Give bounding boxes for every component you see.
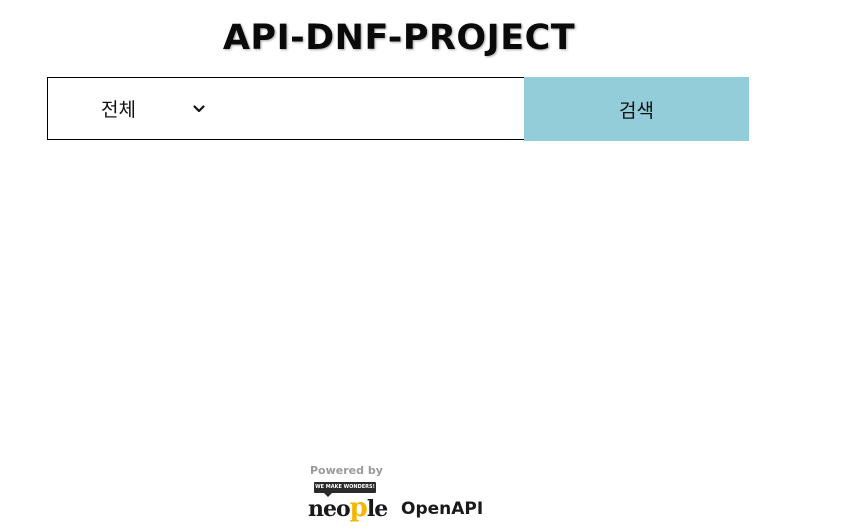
- search-button[interactable]: 검색: [524, 77, 749, 141]
- search-input[interactable]: [223, 78, 524, 139]
- search-bar: 전체 검색: [47, 77, 749, 141]
- brand-part1: neo: [308, 496, 351, 522]
- category-selected-label: 전체: [101, 99, 136, 121]
- powered-by-text: Powered by: [310, 464, 383, 477]
- category-select[interactable]: 전체: [48, 78, 223, 139]
- brand-part2: le: [366, 496, 388, 522]
- openapi-text: OpenAPI: [401, 499, 484, 519]
- page-title: API-DNF-PROJECT: [222, 18, 576, 58]
- brand-wordmark: neople: [308, 493, 388, 523]
- chevron-down-icon: [193, 104, 205, 112]
- brand-highlight: p: [349, 493, 368, 523]
- slogan-badge: WE MAKE WONDERS!: [314, 482, 376, 497]
- neople-openapi-logo: Powered by WE MAKE WONDERS! neople OpenA…: [308, 462, 493, 526]
- page: API-DNF-PROJECT 전체 검색 Powered by WE MAKE…: [0, 0, 859, 529]
